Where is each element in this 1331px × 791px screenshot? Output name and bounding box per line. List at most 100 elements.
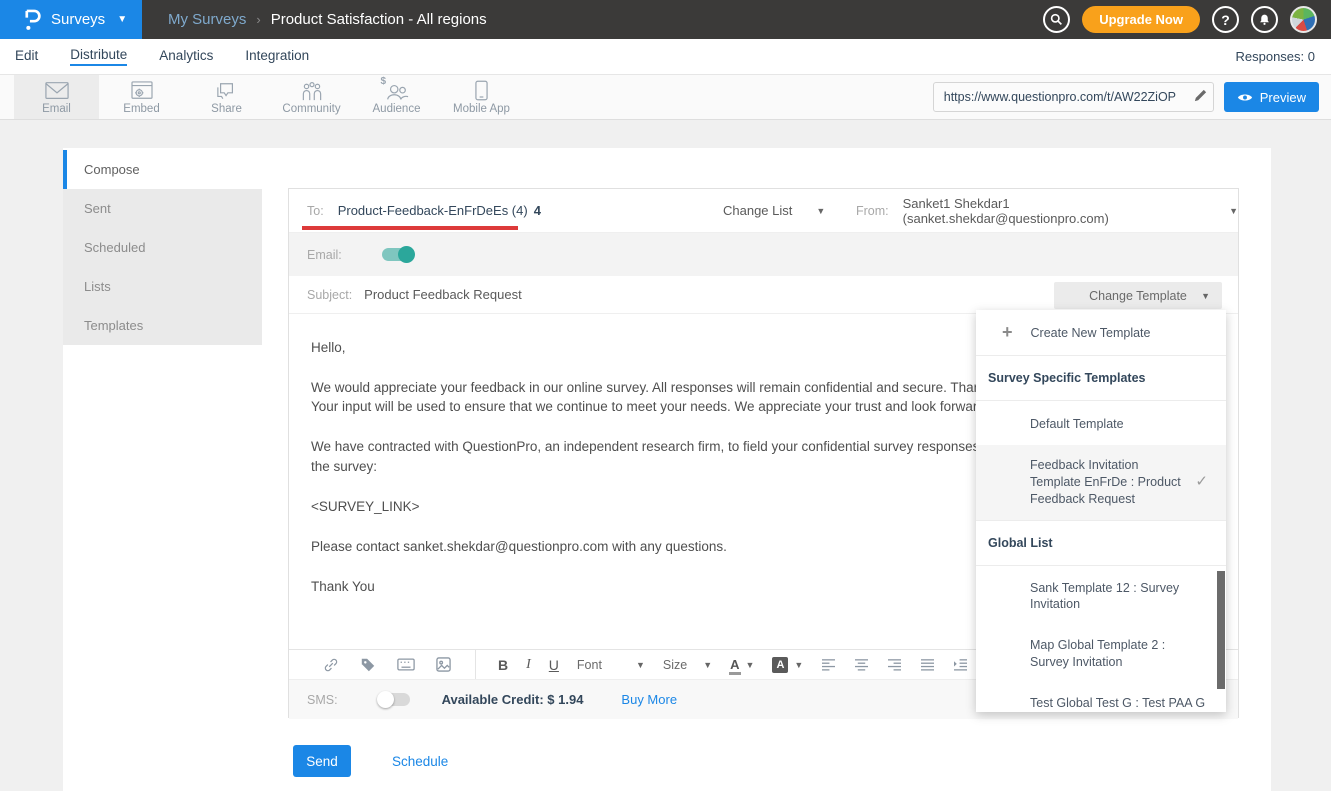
template-item-sank-12[interactable]: Sank Template 12 : Survey Invitation bbox=[976, 566, 1226, 626]
indent-icon bbox=[953, 658, 968, 671]
chevron-down-icon: ▼ bbox=[117, 14, 127, 25]
caret-down-icon: ▼ bbox=[636, 660, 645, 670]
template-item-test-global[interactable]: Test Global Test G : Test PAA G bbox=[976, 683, 1226, 712]
check-icon: ✓ bbox=[1195, 472, 1208, 492]
channel-email[interactable]: Email bbox=[14, 75, 99, 119]
template-item-default[interactable]: Default Template bbox=[976, 401, 1226, 445]
change-template-menu: + Create New Template Survey Specific Te… bbox=[976, 310, 1226, 712]
recipient-underline bbox=[302, 226, 518, 230]
search-button[interactable] bbox=[1043, 6, 1070, 33]
subject-label: Subject: bbox=[307, 288, 352, 302]
caret-down-icon: ▼ bbox=[816, 206, 825, 216]
text-color-dropdown[interactable]: A ▼ bbox=[730, 657, 754, 672]
survey-link-area: Preview bbox=[933, 75, 1331, 119]
question-mark-icon: ? bbox=[1221, 12, 1230, 28]
global-list-header: Global List bbox=[976, 521, 1226, 566]
align-left-icon bbox=[821, 658, 836, 671]
channel-mobile-app[interactable]: Mobile App bbox=[439, 75, 524, 119]
change-list-dropdown[interactable]: Change List ▼ bbox=[723, 203, 825, 218]
share-icon bbox=[215, 81, 238, 101]
recipient-row: To: Product-Feedback-EnFrDeEs (4) 4 Chan… bbox=[289, 189, 1238, 233]
underline-button[interactable]: U bbox=[549, 657, 559, 673]
product-switcher[interactable]: Surveys ▼ bbox=[0, 0, 142, 39]
change-template-dropdown[interactable]: Change Template ▼ bbox=[1054, 282, 1222, 309]
email-sidebar: Compose Sent Scheduled Lists Templates bbox=[63, 150, 262, 345]
to-label: To: bbox=[307, 204, 324, 218]
buy-more-link[interactable]: Buy More bbox=[621, 692, 677, 707]
sms-toggle-label: SMS: bbox=[307, 693, 338, 707]
embed-icon bbox=[131, 81, 153, 101]
create-new-template-item[interactable]: + Create New Template bbox=[976, 310, 1226, 356]
channel-community[interactable]: Community bbox=[269, 75, 354, 119]
topbar-actions: Upgrade Now ? bbox=[1043, 6, 1331, 33]
caret-down-icon: ▼ bbox=[794, 660, 803, 670]
mobile-phone-icon bbox=[475, 80, 488, 101]
align-justify-icon bbox=[920, 658, 935, 671]
recipient-list-name[interactable]: Product-Feedback-EnFrDeEs (4) bbox=[338, 203, 528, 218]
user-avatar[interactable] bbox=[1290, 6, 1317, 33]
preview-button[interactable]: Preview bbox=[1224, 82, 1319, 112]
align-justify-button[interactable] bbox=[920, 658, 935, 671]
insert-image-button[interactable] bbox=[436, 657, 451, 672]
insert-link-button[interactable] bbox=[323, 657, 339, 673]
template-item-feedback-invitation[interactable]: Feedback Invitation Template EnFrDe : Pr… bbox=[976, 445, 1226, 521]
bell-icon bbox=[1258, 13, 1271, 26]
breadcrumb: My Surveys › Product Satisfaction - All … bbox=[168, 11, 487, 28]
breadcrumb-survey-title: Product Satisfaction - All regions bbox=[271, 11, 487, 28]
menu-scrollbar[interactable] bbox=[1217, 571, 1225, 689]
align-center-button[interactable] bbox=[854, 658, 869, 671]
schedule-link[interactable]: Schedule bbox=[392, 754, 448, 769]
plus-icon: + bbox=[1002, 322, 1013, 343]
notifications-button[interactable] bbox=[1251, 6, 1278, 33]
source-code-button[interactable] bbox=[397, 658, 415, 671]
merge-tag-button[interactable] bbox=[360, 657, 376, 673]
caret-down-icon: ▼ bbox=[1201, 291, 1210, 301]
indent-button[interactable] bbox=[953, 658, 968, 671]
survey-url-input[interactable] bbox=[933, 82, 1214, 112]
template-item-map-global-2[interactable]: Map Global Template 2 : Survey Invitatio… bbox=[976, 625, 1226, 683]
eye-icon bbox=[1237, 92, 1253, 103]
tab-distribute[interactable]: Distribute bbox=[70, 47, 127, 66]
align-left-button[interactable] bbox=[821, 658, 836, 671]
email-toggle[interactable] bbox=[382, 248, 414, 261]
upgrade-now-button[interactable]: Upgrade Now bbox=[1082, 6, 1200, 33]
sms-toggle[interactable] bbox=[378, 693, 410, 706]
font-family-dropdown[interactable]: Font▼ bbox=[577, 658, 645, 672]
edit-url-button[interactable] bbox=[1193, 88, 1208, 108]
align-right-icon bbox=[887, 658, 902, 671]
tab-analytics[interactable]: Analytics bbox=[159, 48, 213, 65]
community-people-icon bbox=[300, 81, 324, 101]
sidebar-item-templates[interactable]: Templates bbox=[63, 306, 262, 345]
caret-down-icon: ▼ bbox=[1229, 206, 1238, 216]
sidebar-item-compose[interactable]: Compose bbox=[63, 150, 262, 189]
align-center-icon bbox=[854, 658, 869, 671]
sidebar-item-scheduled[interactable]: Scheduled bbox=[63, 228, 262, 267]
available-credit: Available Credit: $ 1.94 bbox=[442, 692, 584, 707]
subject-value[interactable]: Product Feedback Request bbox=[364, 287, 522, 302]
from-dropdown[interactable]: From: Sanket1 Shekdar1 (sanket.shekdar@q… bbox=[856, 196, 1238, 226]
sidebar-item-lists[interactable]: Lists bbox=[63, 267, 262, 306]
email-icon bbox=[45, 81, 69, 101]
align-right-button[interactable] bbox=[887, 658, 902, 671]
channel-audience[interactable]: $ Audience bbox=[354, 75, 439, 119]
font-size-dropdown[interactable]: Size▼ bbox=[663, 658, 712, 672]
keyboard-icon bbox=[397, 658, 415, 671]
email-toggle-row: Email: bbox=[289, 233, 1238, 276]
image-icon bbox=[436, 657, 451, 672]
sidebar-item-sent[interactable]: Sent bbox=[63, 189, 262, 228]
breadcrumb-my-surveys[interactable]: My Surveys bbox=[168, 11, 246, 28]
send-button[interactable]: Send bbox=[293, 745, 351, 777]
dollar-icon: $ bbox=[381, 76, 387, 87]
channel-share[interactable]: Share bbox=[184, 75, 269, 119]
breadcrumb-separator-icon: › bbox=[256, 12, 260, 27]
tab-edit[interactable]: Edit bbox=[15, 48, 38, 65]
tab-integration[interactable]: Integration bbox=[245, 48, 309, 65]
channel-embed[interactable]: Embed bbox=[99, 75, 184, 119]
from-label: From: bbox=[856, 204, 889, 218]
email-toggle-label: Email: bbox=[307, 248, 342, 262]
help-button[interactable]: ? bbox=[1212, 6, 1239, 33]
search-icon bbox=[1050, 13, 1063, 26]
bold-button[interactable]: B bbox=[498, 657, 508, 673]
italic-button[interactable]: I bbox=[526, 657, 531, 673]
background-color-dropdown[interactable]: A ▼ bbox=[772, 657, 803, 673]
